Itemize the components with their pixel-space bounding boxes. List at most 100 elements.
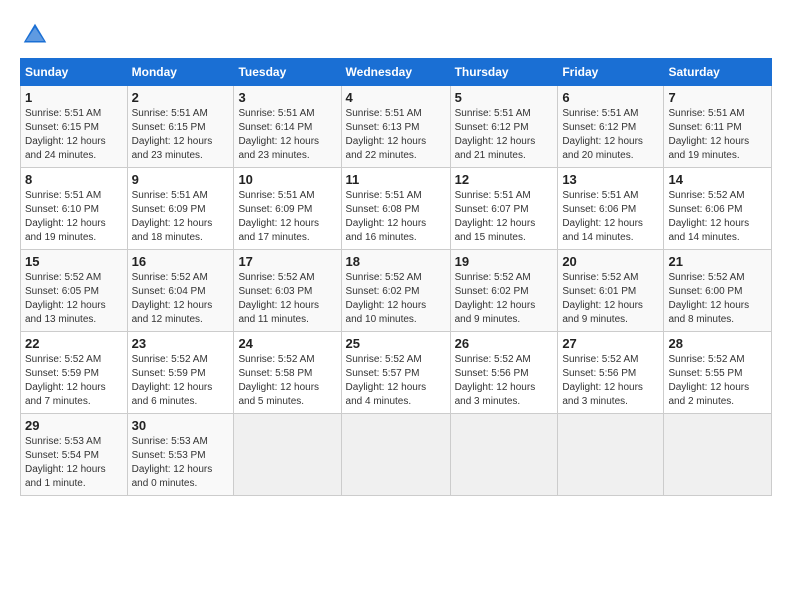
day-number: 15: [25, 254, 123, 269]
calendar-cell: 23 Sunrise: 5:52 AM Sunset: 5:59 PM Dayl…: [127, 332, 234, 414]
day-number: 17: [238, 254, 336, 269]
day-detail: Sunrise: 5:51 AM Sunset: 6:09 PM Dayligh…: [238, 189, 336, 245]
day-detail: Sunrise: 5:51 AM Sunset: 6:08 PM Dayligh…: [346, 189, 446, 245]
logo: [20, 20, 54, 50]
day-number: 20: [562, 254, 659, 269]
day-number: 25: [346, 336, 446, 351]
day-detail: Sunrise: 5:51 AM Sunset: 6:14 PM Dayligh…: [238, 107, 336, 163]
day-detail: Sunrise: 5:51 AM Sunset: 6:09 PM Dayligh…: [132, 189, 230, 245]
calendar-cell: 7 Sunrise: 5:51 AM Sunset: 6:11 PM Dayli…: [664, 86, 772, 168]
day-detail: Sunrise: 5:51 AM Sunset: 6:13 PM Dayligh…: [346, 107, 446, 163]
day-detail: Sunrise: 5:52 AM Sunset: 6:00 PM Dayligh…: [668, 271, 767, 327]
calendar-week-1: 1 Sunrise: 5:51 AM Sunset: 6:15 PM Dayli…: [21, 86, 772, 168]
day-detail: Sunrise: 5:53 AM Sunset: 5:53 PM Dayligh…: [132, 435, 230, 491]
day-number: 18: [346, 254, 446, 269]
day-number: 23: [132, 336, 230, 351]
day-number: 21: [668, 254, 767, 269]
calendar-week-4: 22 Sunrise: 5:52 AM Sunset: 5:59 PM Dayl…: [21, 332, 772, 414]
day-number: 12: [455, 172, 554, 187]
calendar-cell: 27 Sunrise: 5:52 AM Sunset: 5:56 PM Dayl…: [558, 332, 664, 414]
calendar-cell: 8 Sunrise: 5:51 AM Sunset: 6:10 PM Dayli…: [21, 168, 128, 250]
day-detail: Sunrise: 5:52 AM Sunset: 5:59 PM Dayligh…: [132, 353, 230, 409]
calendar-cell: 14 Sunrise: 5:52 AM Sunset: 6:06 PM Dayl…: [664, 168, 772, 250]
day-detail: Sunrise: 5:52 AM Sunset: 5:57 PM Dayligh…: [346, 353, 446, 409]
day-number: 3: [238, 90, 336, 105]
day-detail: Sunrise: 5:52 AM Sunset: 6:02 PM Dayligh…: [455, 271, 554, 327]
day-detail: Sunrise: 5:51 AM Sunset: 6:12 PM Dayligh…: [562, 107, 659, 163]
day-number: 26: [455, 336, 554, 351]
weekday-header-sunday: Sunday: [21, 59, 128, 86]
day-number: 19: [455, 254, 554, 269]
day-number: 5: [455, 90, 554, 105]
day-detail: Sunrise: 5:52 AM Sunset: 6:02 PM Dayligh…: [346, 271, 446, 327]
calendar-cell: [664, 414, 772, 496]
day-detail: Sunrise: 5:51 AM Sunset: 6:07 PM Dayligh…: [455, 189, 554, 245]
logo-icon: [20, 20, 50, 50]
day-number: 11: [346, 172, 446, 187]
calendar: SundayMondayTuesdayWednesdayThursdayFrid…: [20, 58, 772, 496]
calendar-cell: 6 Sunrise: 5:51 AM Sunset: 6:12 PM Dayli…: [558, 86, 664, 168]
day-detail: Sunrise: 5:51 AM Sunset: 6:11 PM Dayligh…: [668, 107, 767, 163]
day-number: 10: [238, 172, 336, 187]
day-number: 7: [668, 90, 767, 105]
day-number: 30: [132, 418, 230, 433]
day-detail: Sunrise: 5:52 AM Sunset: 6:06 PM Dayligh…: [668, 189, 767, 245]
day-number: 4: [346, 90, 446, 105]
calendar-cell: 19 Sunrise: 5:52 AM Sunset: 6:02 PM Dayl…: [450, 250, 558, 332]
day-number: 6: [562, 90, 659, 105]
calendar-week-5: 29 Sunrise: 5:53 AM Sunset: 5:54 PM Dayl…: [21, 414, 772, 496]
calendar-cell: [450, 414, 558, 496]
day-number: 22: [25, 336, 123, 351]
day-detail: Sunrise: 5:52 AM Sunset: 6:05 PM Dayligh…: [25, 271, 123, 327]
page-header: [20, 20, 772, 50]
calendar-cell: 18 Sunrise: 5:52 AM Sunset: 6:02 PM Dayl…: [341, 250, 450, 332]
calendar-cell: 20 Sunrise: 5:52 AM Sunset: 6:01 PM Dayl…: [558, 250, 664, 332]
day-detail: Sunrise: 5:51 AM Sunset: 6:15 PM Dayligh…: [132, 107, 230, 163]
day-number: 16: [132, 254, 230, 269]
calendar-cell: 10 Sunrise: 5:51 AM Sunset: 6:09 PM Dayl…: [234, 168, 341, 250]
day-detail: Sunrise: 5:52 AM Sunset: 5:58 PM Dayligh…: [238, 353, 336, 409]
calendar-cell: 5 Sunrise: 5:51 AM Sunset: 6:12 PM Dayli…: [450, 86, 558, 168]
calendar-cell: [234, 414, 341, 496]
calendar-cell: 15 Sunrise: 5:52 AM Sunset: 6:05 PM Dayl…: [21, 250, 128, 332]
weekday-header-wednesday: Wednesday: [341, 59, 450, 86]
calendar-header: SundayMondayTuesdayWednesdayThursdayFrid…: [21, 59, 772, 86]
day-detail: Sunrise: 5:53 AM Sunset: 5:54 PM Dayligh…: [25, 435, 123, 491]
calendar-cell: 26 Sunrise: 5:52 AM Sunset: 5:56 PM Dayl…: [450, 332, 558, 414]
day-detail: Sunrise: 5:52 AM Sunset: 6:01 PM Dayligh…: [562, 271, 659, 327]
day-number: 2: [132, 90, 230, 105]
calendar-cell: 29 Sunrise: 5:53 AM Sunset: 5:54 PM Dayl…: [21, 414, 128, 496]
day-number: 13: [562, 172, 659, 187]
day-detail: Sunrise: 5:51 AM Sunset: 6:15 PM Dayligh…: [25, 107, 123, 163]
weekday-header-saturday: Saturday: [664, 59, 772, 86]
calendar-cell: 25 Sunrise: 5:52 AM Sunset: 5:57 PM Dayl…: [341, 332, 450, 414]
day-detail: Sunrise: 5:52 AM Sunset: 5:59 PM Dayligh…: [25, 353, 123, 409]
day-number: 8: [25, 172, 123, 187]
calendar-week-2: 8 Sunrise: 5:51 AM Sunset: 6:10 PM Dayli…: [21, 168, 772, 250]
day-detail: Sunrise: 5:52 AM Sunset: 6:04 PM Dayligh…: [132, 271, 230, 327]
calendar-cell: 12 Sunrise: 5:51 AM Sunset: 6:07 PM Dayl…: [450, 168, 558, 250]
day-number: 28: [668, 336, 767, 351]
calendar-cell: 21 Sunrise: 5:52 AM Sunset: 6:00 PM Dayl…: [664, 250, 772, 332]
calendar-cell: 11 Sunrise: 5:51 AM Sunset: 6:08 PM Dayl…: [341, 168, 450, 250]
day-detail: Sunrise: 5:52 AM Sunset: 5:56 PM Dayligh…: [455, 353, 554, 409]
calendar-cell: [558, 414, 664, 496]
calendar-cell: 17 Sunrise: 5:52 AM Sunset: 6:03 PM Dayl…: [234, 250, 341, 332]
calendar-cell: 30 Sunrise: 5:53 AM Sunset: 5:53 PM Dayl…: [127, 414, 234, 496]
day-detail: Sunrise: 5:51 AM Sunset: 6:06 PM Dayligh…: [562, 189, 659, 245]
calendar-cell: 28 Sunrise: 5:52 AM Sunset: 5:55 PM Dayl…: [664, 332, 772, 414]
calendar-cell: 22 Sunrise: 5:52 AM Sunset: 5:59 PM Dayl…: [21, 332, 128, 414]
day-number: 27: [562, 336, 659, 351]
calendar-cell: 4 Sunrise: 5:51 AM Sunset: 6:13 PM Dayli…: [341, 86, 450, 168]
day-number: 24: [238, 336, 336, 351]
day-number: 1: [25, 90, 123, 105]
calendar-cell: 3 Sunrise: 5:51 AM Sunset: 6:14 PM Dayli…: [234, 86, 341, 168]
day-detail: Sunrise: 5:52 AM Sunset: 5:55 PM Dayligh…: [668, 353, 767, 409]
day-number: 29: [25, 418, 123, 433]
day-detail: Sunrise: 5:52 AM Sunset: 6:03 PM Dayligh…: [238, 271, 336, 327]
weekday-header-monday: Monday: [127, 59, 234, 86]
day-detail: Sunrise: 5:52 AM Sunset: 5:56 PM Dayligh…: [562, 353, 659, 409]
day-detail: Sunrise: 5:51 AM Sunset: 6:10 PM Dayligh…: [25, 189, 123, 245]
calendar-cell: 1 Sunrise: 5:51 AM Sunset: 6:15 PM Dayli…: [21, 86, 128, 168]
day-detail: Sunrise: 5:51 AM Sunset: 6:12 PM Dayligh…: [455, 107, 554, 163]
